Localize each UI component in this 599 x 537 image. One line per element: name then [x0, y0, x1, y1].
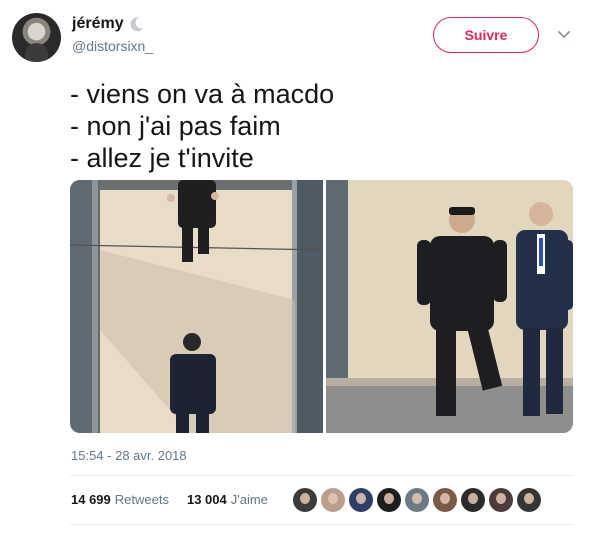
likes-label[interactable]: J'aime [231, 492, 268, 507]
liker-avatar[interactable] [293, 488, 317, 512]
retweets-label[interactable]: Retweets [115, 492, 169, 507]
liker-avatar[interactable] [461, 488, 485, 512]
likes-count[interactable]: 13 004 [187, 492, 227, 507]
follow-button[interactable]: Suivre [433, 17, 539, 53]
divider [70, 524, 573, 525]
tweet-stats: 14 699 Retweets 13 004 J'aime [71, 492, 268, 507]
divider [70, 475, 573, 476]
tweet-timestamp[interactable]: 15:54 - 28 avr. 2018 [71, 448, 187, 463]
tweet-media[interactable] [70, 180, 573, 433]
retweets-count[interactable]: 14 699 [71, 492, 111, 507]
liker-avatar[interactable] [517, 488, 541, 512]
tweet-line: - allez je t'invite [70, 143, 254, 173]
author-display-name[interactable]: jérémy [72, 15, 124, 33]
liker-avatar[interactable] [349, 488, 373, 512]
tweet-text: - viens on va à macdo - non j'ai pas fai… [70, 78, 334, 174]
tweet-line: - non j'ai pas faim [70, 111, 281, 141]
chevron-down-icon[interactable] [556, 28, 572, 42]
photo-left[interactable] [70, 180, 324, 433]
author-handle[interactable]: @distorsixn_ [72, 38, 153, 54]
likers-avatars [293, 488, 541, 512]
author-avatar[interactable] [12, 13, 61, 62]
liker-avatar[interactable] [377, 488, 401, 512]
liker-avatar[interactable] [321, 488, 345, 512]
liker-avatar[interactable] [489, 488, 513, 512]
photo-right[interactable] [326, 180, 573, 433]
tweet-line: - viens on va à macdo [70, 79, 335, 109]
crescent-moon-icon [130, 17, 144, 32]
liker-avatar[interactable] [433, 488, 457, 512]
author-name[interactable]: jérémy [72, 15, 145, 33]
liker-avatar[interactable] [405, 488, 429, 512]
